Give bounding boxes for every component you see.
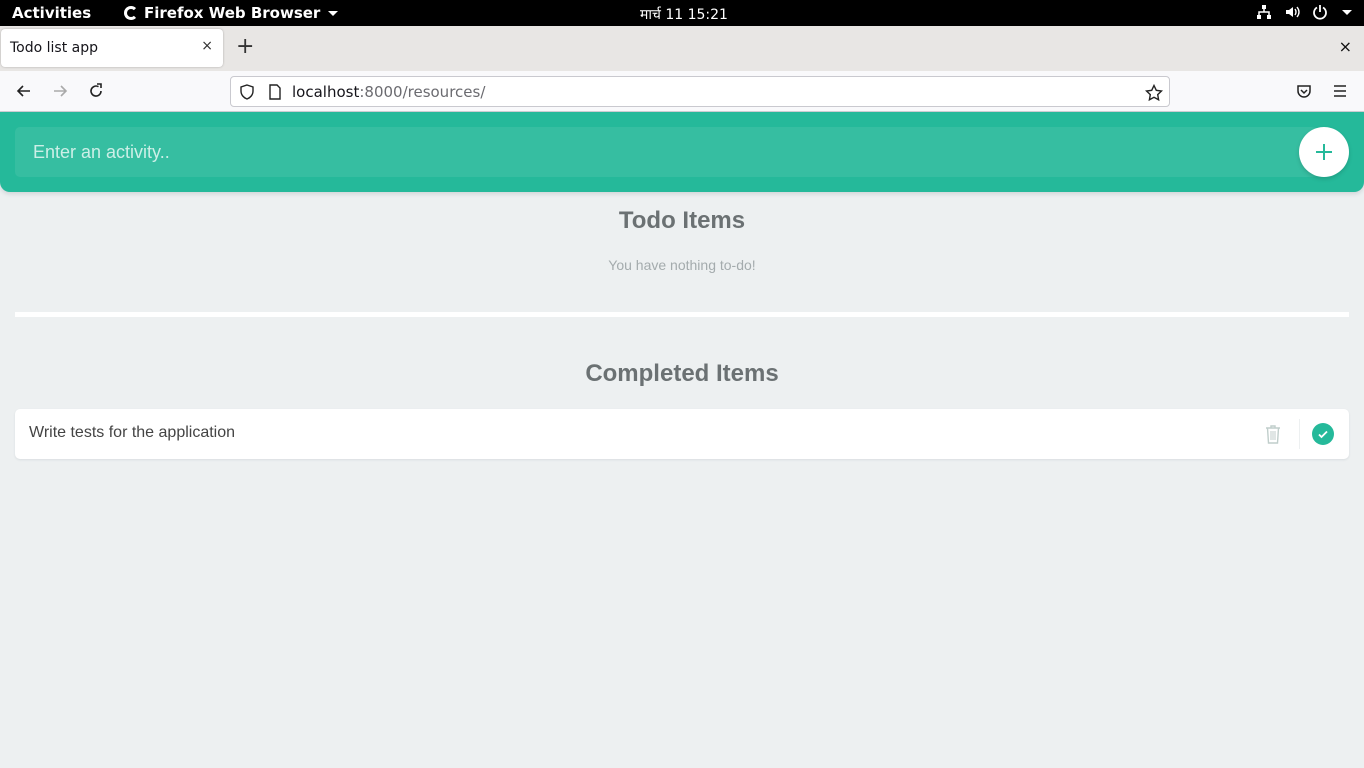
- pocket-icon: [1297, 85, 1311, 98]
- arrow-right-icon: [54, 85, 68, 97]
- check-icon: [1318, 430, 1328, 439]
- tab-strip: Todo list app × + ×: [0, 26, 1364, 71]
- url-host: localhost: [292, 83, 360, 101]
- volume-icon: [1286, 6, 1300, 18]
- empty-todo-message: You have nothing to-do!: [608, 257, 756, 273]
- window-close-button[interactable]: ×: [1339, 37, 1352, 56]
- delete-item-button[interactable]: [1261, 422, 1285, 446]
- navigation-bar: localhost:8000/resources/: [0, 71, 1364, 112]
- todo-section-title: Todo Items: [618, 207, 746, 234]
- todo-app-page: Todo Items You have nothing to-do! Compl…: [0, 112, 1364, 768]
- system-tray[interactable]: [1256, 4, 1352, 20]
- shield-icon[interactable]: [239, 84, 255, 100]
- hamburger-menu-icon: [1334, 85, 1346, 97]
- url-bar[interactable]: localhost:8000/resources/: [230, 76, 1170, 107]
- new-tab-button[interactable]: +: [236, 36, 254, 58]
- url-text[interactable]: localhost:8000/resources/: [292, 83, 485, 101]
- back-button[interactable]: [14, 81, 34, 101]
- section-divider: [15, 312, 1349, 317]
- completed-section-title: Completed Items: [585, 360, 779, 387]
- reload-icon: [90, 83, 102, 97]
- forward-button[interactable]: [50, 81, 70, 101]
- menu-button[interactable]: [1330, 81, 1350, 101]
- tab-close-icon[interactable]: ×: [201, 38, 213, 54]
- chevron-down-icon: [1342, 9, 1352, 15]
- tab-title: Todo list app: [10, 40, 99, 56]
- tab-todo-list-app[interactable]: Todo list app ×: [1, 29, 223, 67]
- completed-list-item: Write tests for the application: [15, 409, 1349, 459]
- item-text: Write tests for the application: [29, 424, 236, 441]
- activity-input[interactable]: [15, 127, 1335, 177]
- plus-icon: [1316, 144, 1332, 160]
- app-menu[interactable]: Firefox Web Browser: [124, 4, 339, 22]
- power-icon: [1313, 5, 1327, 20]
- star-icon[interactable]: [1145, 84, 1163, 102]
- app-header: [0, 112, 1364, 192]
- add-activity-button[interactable]: [1299, 127, 1349, 177]
- page-icon[interactable]: [267, 84, 283, 100]
- trash-icon: [1266, 425, 1280, 444]
- clock[interactable]: मार्च 11 15:21: [640, 5, 728, 24]
- pocket-button[interactable]: [1294, 81, 1314, 101]
- firefox-icon: [124, 6, 138, 20]
- mark-complete-button[interactable]: [1312, 423, 1334, 445]
- system-top-bar: Activities Firefox Web Browser मार्च 11 …: [0, 0, 1364, 26]
- arrow-left-icon: [16, 85, 30, 97]
- button-separator: [1299, 419, 1300, 449]
- app-name: Firefox Web Browser: [144, 4, 321, 22]
- network-icon: [1257, 5, 1271, 19]
- reload-button[interactable]: [86, 81, 106, 101]
- activities-button[interactable]: Activities: [12, 4, 91, 22]
- caret-down-icon: [328, 10, 339, 16]
- url-path: :8000/resources/: [359, 83, 486, 101]
